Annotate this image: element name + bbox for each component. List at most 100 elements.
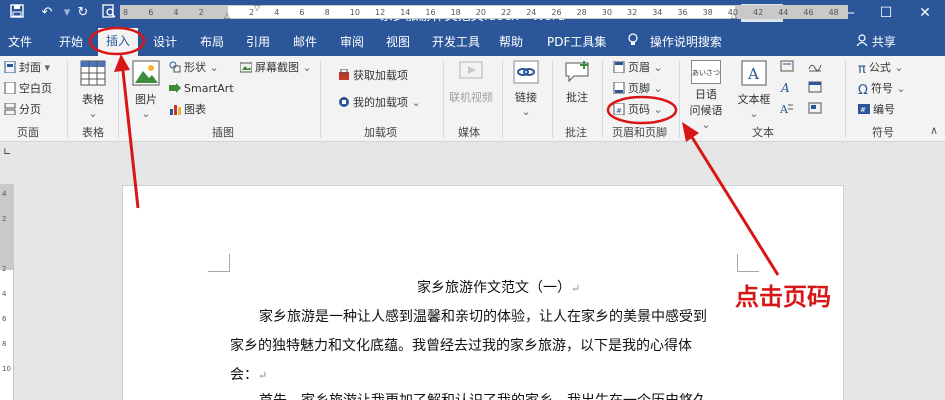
cover-page-icon — [4, 60, 16, 74]
cover-page-button[interactable]: 封面 ▾ — [4, 59, 50, 77]
blank-page-button[interactable]: 空白页 — [4, 80, 52, 98]
tab-review[interactable]: 审阅 — [340, 33, 364, 50]
equation-button[interactable]: π 公式 ⌄ — [858, 59, 904, 77]
ribbon: 封面 ▾ 空白页 分页 页面 表格 ⌄ 表格 图片 ⌄ 形状 ⌄ SmartArt … — [0, 56, 945, 142]
margin-corner-mark — [208, 254, 230, 272]
quick-parts-icon[interactable] — [780, 60, 794, 78]
tab-design[interactable]: 设计 — [153, 33, 177, 50]
group-separator — [845, 60, 846, 138]
online-video-button[interactable]: 联机视频 — [447, 60, 495, 105]
tab-mailings[interactable]: 邮件 — [293, 33, 317, 50]
shapes-button[interactable]: 形状 ⌄ — [169, 59, 219, 77]
vertical-ruler-tick-label: 8 — [2, 340, 7, 348]
svg-text:A: A — [780, 103, 789, 114]
tab-references[interactable]: 引用 — [246, 33, 270, 50]
share-button[interactable]: 共享 — [856, 33, 896, 50]
ruler-tick-label: 34 — [652, 8, 663, 17]
close-icon[interactable]: ✕ — [915, 3, 935, 23]
ruler-tick-label: 2 — [249, 8, 255, 17]
ruler-tick-label: 16 — [425, 8, 436, 17]
vertical-ruler[interactable]: 4 2 2 4 6 8 10 — [0, 184, 14, 400]
document-line[interactable]: 首先，家乡旅游让我更加了解和认识了我的家乡。我出生在一个历史悠久 — [259, 390, 707, 400]
link-button[interactable]: 链接 ⌄ — [509, 60, 543, 118]
textbox-button[interactable]: A 文本框 ⌄ — [734, 60, 774, 120]
page-break-button[interactable]: 分页 — [4, 101, 41, 119]
ruler-tick-label: 18 — [450, 8, 461, 17]
tab-layout[interactable]: 布局 — [200, 33, 224, 50]
ruler-tick-label: 10 — [349, 8, 360, 17]
screenshot-icon — [239, 61, 253, 73]
number-button[interactable]: # 编号 — [858, 101, 895, 119]
smartart-button[interactable]: SmartArt — [169, 80, 234, 98]
group-separator — [679, 60, 680, 138]
group-label-illustrations: 插图 — [212, 126, 234, 139]
screenshot-button[interactable]: 屏幕截图 ⌄ — [239, 59, 312, 77]
document-heading[interactable]: 家乡旅游作文范文（一）↵ — [417, 277, 580, 297]
japanese-greeting-button[interactable]: あいさつ 日语 问候语 ⌄ — [684, 60, 728, 131]
signature-line-icon[interactable] — [808, 60, 822, 78]
vertical-ruler-tick-label: 2 — [2, 215, 7, 223]
person-icon — [856, 34, 872, 49]
vertical-ruler-tick-label: 4 — [2, 190, 7, 198]
online-video-icon — [447, 60, 495, 87]
footer-button[interactable]: 页脚 ⌄ — [613, 80, 663, 98]
ruler-tick-label: 48 — [828, 8, 839, 17]
collapse-ribbon-icon[interactable]: ∧ — [930, 122, 938, 140]
my-addins-icon — [338, 96, 350, 108]
horizontal-ruler[interactable]: ▽ △ △ 8 6 4 2 2 4 6 8 10 12 14 16 18 20 22 24 26 28 30 32 34… — [120, 3, 848, 20]
wordart-icon[interactable]: A — [780, 81, 794, 99]
ruler-tick-label: 4 — [274, 8, 280, 17]
group-label-comments: 批注 — [565, 126, 587, 139]
tab-insert[interactable]: 插入 — [98, 28, 138, 56]
save-icon[interactable] — [8, 4, 26, 22]
group-label-pages: 页面 — [17, 126, 39, 139]
group-label-text: 文本 — [752, 126, 774, 139]
comment-button[interactable]: 批注 — [560, 60, 594, 105]
undo-icon[interactable]: ↶ — [38, 4, 56, 22]
redo-icon[interactable]: ↻ — [74, 4, 92, 22]
get-addins-button[interactable]: 获取加载项 — [338, 67, 408, 85]
tab-view[interactable]: 视图 — [386, 33, 410, 50]
ruler-tick-label: 4 — [173, 8, 179, 17]
symbol-button[interactable]: Ω 符号 ⌄ — [858, 80, 906, 98]
my-addins-button[interactable]: 我的加载项 ⌄ — [338, 94, 421, 112]
document-line[interactable]: 家乡旅游是一种让人感到温馨和亲切的体验，让人在家乡的美景中感受到 — [259, 306, 707, 326]
ruler-tick-label: 36 — [677, 8, 688, 17]
vertical-ruler-tick-label: 10 — [2, 365, 11, 373]
tab-pdf-tools[interactable]: PDF工具集 — [547, 33, 606, 50]
picture-button[interactable]: 图片 ⌄ — [128, 60, 164, 120]
first-line-indent-marker[interactable]: ▽ — [254, 3, 260, 12]
group-separator — [552, 60, 553, 138]
page-number-button[interactable]: # 页码 ⌄ — [613, 101, 663, 119]
chart-button[interactable]: 图表 — [169, 101, 206, 119]
tell-me-search[interactable]: 操作说明搜索 — [628, 33, 722, 50]
margin-corner-mark — [737, 254, 759, 272]
date-time-icon[interactable] — [808, 81, 822, 99]
maximize-icon[interactable]: ☐ — [876, 3, 896, 23]
object-icon[interactable] — [808, 102, 822, 120]
tab-home[interactable]: 开始 — [59, 33, 83, 50]
blank-page-icon — [4, 81, 16, 95]
header-button[interactable]: 页眉 ⌄ — [613, 59, 663, 77]
group-separator — [502, 60, 503, 138]
textbox-icon: A — [734, 60, 774, 89]
page-break-icon — [4, 102, 16, 116]
document-line[interactable]: 会：↵ — [230, 364, 267, 384]
tab-file[interactable]: 文件 — [8, 33, 32, 50]
drop-cap-icon[interactable]: A — [779, 102, 794, 120]
left-indent-marker[interactable]: △ — [224, 11, 230, 20]
table-button[interactable]: 表格 ⌄ — [76, 60, 110, 120]
tab-developer[interactable]: 开发工具 — [432, 33, 480, 50]
group-separator — [118, 60, 119, 138]
document-line[interactable]: 家乡的独特魅力和文化底蕴。我曾经去过我的家乡旅游，以下是我的心得体 — [230, 335, 692, 355]
group-label-addins: 加载项 — [364, 126, 397, 139]
tab-stop-selector-icon[interactable]: ∟ — [3, 147, 11, 158]
ruler-tick-label: 6 — [299, 8, 305, 17]
tab-help[interactable]: 帮助 — [499, 33, 523, 50]
ruler-bar — [0, 142, 945, 164]
print-preview-icon[interactable] — [100, 4, 118, 22]
comment-icon — [560, 60, 594, 87]
vertical-ruler-tick-label: 6 — [2, 315, 7, 323]
page-number-icon: # — [613, 102, 625, 116]
share-label: 共享 — [871, 35, 896, 49]
